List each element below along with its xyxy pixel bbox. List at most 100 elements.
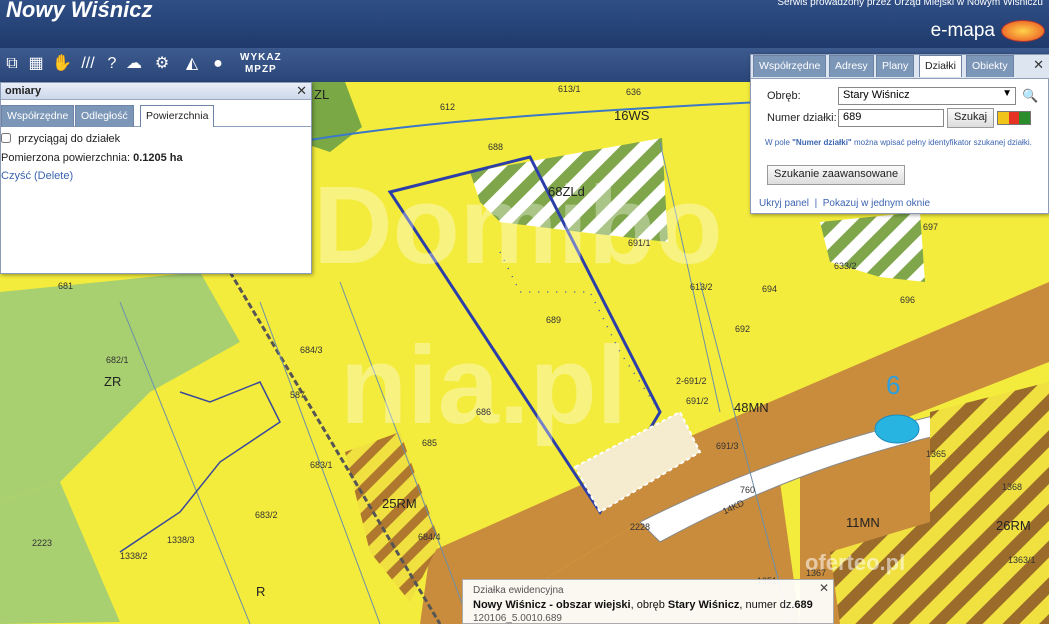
cloud-icon[interactable]: ☁ [124, 54, 144, 74]
close-icon[interactable]: ✕ [1033, 57, 1044, 73]
plot-label: 692 [735, 324, 751, 334]
brand-name: e-mapa [930, 20, 995, 41]
measured-area: Pomierzona powierzchnia: 0.1205 ha [1, 152, 183, 164]
zone-label: 11MN [846, 515, 880, 530]
info-label: Działka ewidencyjna [473, 585, 564, 596]
search-hint: W pole "Numer działki" można wpisać pełn… [765, 138, 1032, 147]
numer-label: Numer działki: [767, 112, 837, 124]
plot-label: 1368 [1002, 482, 1023, 492]
hint-bold: "Numer działki" [792, 138, 852, 147]
hint-suffix: można wpisać pełny identyfikator szukane… [851, 138, 1032, 147]
color-swatches[interactable] [997, 111, 1031, 125]
plot-label: 683/2 [255, 510, 278, 520]
plot-label: 1365 [926, 449, 947, 459]
plot-label: 633/2 [834, 261, 857, 271]
info-numer-label: , numer dz. [739, 599, 795, 611]
single-window-link[interactable]: Pokazuj w jednym oknie [823, 198, 930, 209]
hand-icon[interactable]: ✋ [52, 54, 72, 74]
zone-label: ZL [314, 87, 330, 102]
service-text: Serwis prowadzony przez Urząd Miejski w … [777, 0, 1043, 8]
plot-label: 691/1 [628, 238, 651, 248]
tab-dzialki[interactable]: Działki [919, 55, 962, 77]
info-obreb-label: , obręb [630, 599, 668, 611]
plot-label: 694 [762, 284, 778, 294]
plot-label: 681 [58, 281, 74, 291]
info-obreb: Stary Wiśnicz [667, 599, 740, 611]
plot-label: 613/2 [690, 282, 713, 292]
hint-prefix: W pole [765, 138, 793, 147]
clear-link[interactable]: Czyść (Delete) [1, 170, 73, 182]
layers-icon[interactable]: ⧉ [2, 54, 22, 74]
plot-label: 612 [440, 102, 456, 112]
tab-powierzchnia[interactable]: Powierzchnia [140, 105, 215, 127]
zone-label: 68ZLd [548, 184, 585, 199]
zone-label: 16WS [614, 108, 650, 123]
brand-logo-icon [1001, 20, 1045, 42]
tab-plany[interactable]: Plany [876, 55, 915, 77]
wykaz-line1: WYKAZ [240, 52, 282, 63]
plot-label: 2223 [32, 538, 53, 548]
info-numer: 689 [794, 599, 813, 611]
advanced-search-button[interactable]: Szukanie zaawansowane [767, 165, 906, 185]
plot-label: 587 [290, 390, 306, 400]
plot-label: 684/4 [418, 532, 441, 542]
snap-label: przyciągaj do działek [18, 133, 121, 145]
plot-label: 689 [546, 315, 562, 325]
obreb-select[interactable]: Stary Wiśnicz ▼ [838, 87, 1016, 105]
zone-label: 26RM [996, 518, 1031, 533]
tab-wspolrzedne[interactable]: Współrzędne [753, 55, 827, 77]
chevron-down-icon: ▼ [1002, 88, 1012, 99]
measured-label: Pomierzona powierzchnia: [1, 152, 131, 164]
plot-label: 1363/1 [1008, 555, 1036, 565]
measurement-panel: omiary ✕ Współrzędne Odległość Powierzch… [0, 82, 312, 274]
tab-wspolrzedne[interactable]: Współrzędne [1, 105, 75, 127]
header-bar: Nowy Wiśnicz Serwis prowadzony przez Urz… [0, 0, 1049, 48]
color-swatch-green [1019, 112, 1031, 124]
table-icon[interactable]: ▦ [26, 54, 46, 74]
watermark-2: nia.pl [340, 324, 628, 447]
snap-option[interactable]: przyciągaj do działek [1, 133, 120, 145]
settings-icon[interactable]: ⚙ [152, 54, 172, 74]
parcel-info-box: ✕ Działka ewidencyjna Nowy Wiśnicz - obs… [462, 579, 834, 624]
search-tabs: Współrzędne Adresy Plany Działki Obiekty [751, 55, 1049, 79]
plot-label: 684/3 [300, 345, 323, 355]
color-swatch-yellow [998, 112, 1009, 124]
plot-label: 760 [740, 485, 756, 495]
plot-label: 2-691/2 [676, 376, 707, 386]
measurement-panel-title: omiary [1, 83, 311, 100]
close-icon[interactable]: ✕ [819, 581, 829, 595]
wykaz-mpzp-button[interactable]: WYKAZ MPZP [240, 52, 282, 76]
search-icon[interactable]: 🔍 [1022, 88, 1038, 104]
map-marker-number[interactable]: 6 [886, 370, 900, 401]
tab-odleglosc[interactable]: Odległość [75, 105, 134, 127]
plot-label: 636 [626, 87, 642, 97]
plot-label: 682/1 [106, 355, 129, 365]
obreb-select-value: Stary Wiśnicz [843, 89, 910, 101]
help-icon[interactable]: ? [102, 54, 122, 74]
tab-adresy[interactable]: Adresy [829, 55, 874, 77]
wykaz-line2: MPZP [244, 64, 277, 75]
panel-links: Ukryj panel | Pokazuj w jednym oknie [759, 198, 931, 209]
info-line: Nowy Wiśnicz - obszar wiejski, obręb Sta… [473, 599, 823, 611]
search-button[interactable]: Szukaj [947, 108, 995, 128]
snap-checkbox[interactable] [1, 133, 11, 143]
measure-icon[interactable]: ◭ [182, 54, 202, 74]
plot-label: 685 [422, 438, 438, 448]
obreb-label: Obręb: [767, 90, 801, 102]
app-title: Nowy Wiśnicz [6, 0, 153, 22]
plot-label: 691/3 [716, 441, 739, 451]
hide-panel-link[interactable]: Ukryj panel [759, 198, 809, 209]
measurement-tabs: Współrzędne Odległość Powierzchnia [1, 105, 311, 127]
zone-label: 48MN [734, 400, 769, 415]
hatch-icon[interactable]: /// [78, 54, 98, 74]
info-icon[interactable]: ● [208, 54, 228, 74]
tab-obiekty[interactable]: Obiekty [966, 55, 1014, 77]
plot-label: 1338/3 [167, 535, 195, 545]
numer-dzialki-input[interactable]: 689 [838, 109, 944, 127]
color-swatch-red [1008, 112, 1020, 124]
close-icon[interactable]: ✕ [296, 83, 307, 99]
search-panel: Współrzędne Adresy Plany Działki Obiekty… [750, 54, 1049, 214]
plot-label: 697 [923, 222, 939, 232]
plot-label: 683/1 [310, 460, 333, 470]
zone-label: 25RM [382, 496, 417, 511]
